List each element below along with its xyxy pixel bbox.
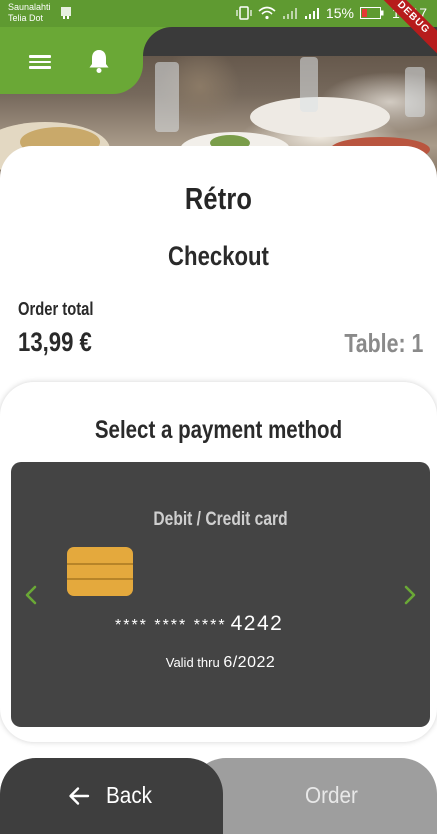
chevron-right-icon[interactable] [402, 584, 418, 606]
back-button-label: Back [106, 782, 153, 808]
card-number-last4: 4242 [230, 612, 284, 635]
chevron-left-icon[interactable] [23, 584, 39, 606]
battery-icon [359, 7, 384, 19]
payment-heading: Select a payment method [94, 416, 343, 444]
vibrate-icon [236, 6, 252, 20]
order-total-label: Order total [18, 299, 94, 319]
carrier-name-1: Saunalahti [8, 2, 51, 12]
header-green-panel [0, 27, 143, 94]
order-button-label: Order [305, 782, 358, 808]
card-chip-icon [67, 547, 133, 596]
bottom-action-bar: Order Back [0, 758, 437, 834]
wifi-icon [258, 6, 276, 20]
page-title: Checkout [168, 241, 269, 271]
card-number: **** **** **** 4242 [115, 612, 283, 636]
payment-method-panel: Select a payment method Debit / Credit c… [0, 382, 437, 742]
checkout-screen: Saunalahti Telia Dot 15% DEBUG Rétro Che… [0, 0, 437, 834]
card-expiry: Valid thru 6/2022 [11, 654, 430, 672]
payment-card[interactable]: Debit / Credit card **** **** **** 4242 V… [11, 462, 430, 727]
card-expiry-label: Valid thru [165, 655, 220, 670]
carrier-name-2: Telia Dot [8, 13, 44, 23]
hamburger-menu-icon[interactable] [28, 52, 52, 70]
bell-icon[interactable] [88, 48, 110, 74]
signal-icon-1 [282, 8, 297, 19]
card-number-masked: **** **** **** [115, 617, 227, 634]
table-number: Table: 1 [344, 328, 423, 358]
back-button[interactable]: Back [0, 758, 223, 834]
arrow-left-icon [69, 787, 90, 805]
battery-percent: 15% [325, 5, 354, 21]
signal-icon-2 [304, 8, 319, 19]
restaurant-name: Rétro [184, 181, 253, 216]
status-bar: Saunalahti Telia Dot 15% DEBUG [0, 0, 437, 60]
carrier-info: Saunalahti Telia Dot [8, 2, 51, 24]
order-total-value: 13,99 € [18, 327, 92, 357]
header-dark-band [143, 27, 437, 56]
card-expiry-date: 6/2022 [223, 654, 276, 671]
sim-card-icon [61, 7, 71, 19]
order-button[interactable]: Order [190, 758, 437, 834]
card-type-label: Debit / Credit card [153, 509, 288, 530]
checkout-content: Rétro Checkout Order total 13,99 € Table… [0, 146, 437, 834]
